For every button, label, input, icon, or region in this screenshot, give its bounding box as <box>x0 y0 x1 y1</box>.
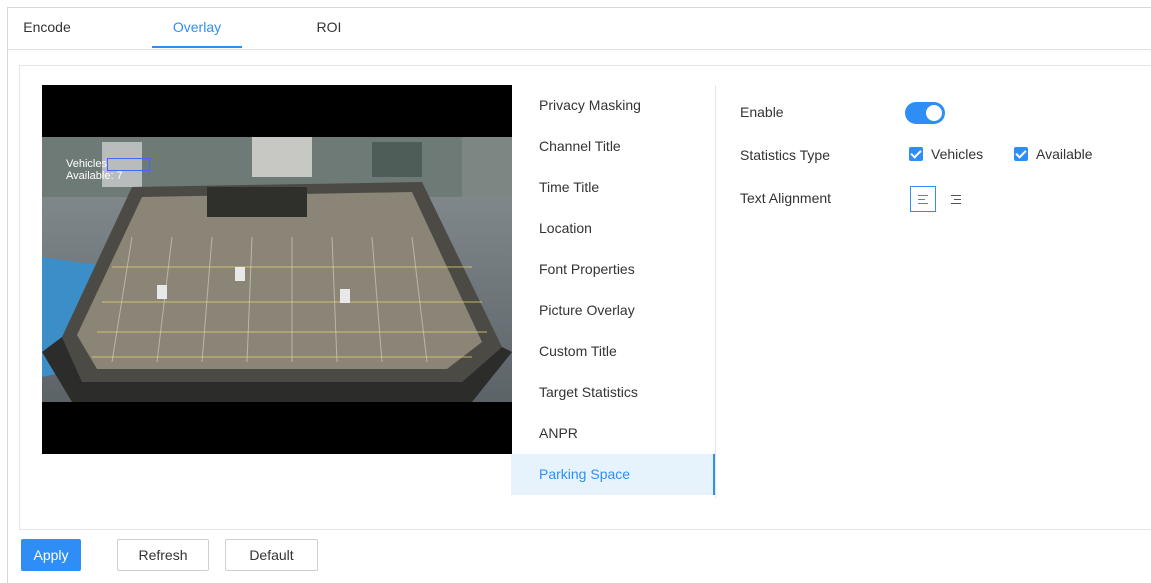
text-alignment-label: Text Alignment <box>740 190 832 206</box>
text-alignment-row: Text Alignment <box>738 183 1148 213</box>
vehicles-checkbox[interactable]: Vehicles <box>909 146 983 162</box>
menu-item-picture-overlay[interactable]: Picture Overlay <box>511 290 715 331</box>
align-right-button[interactable] <box>942 186 968 212</box>
align-left-button[interactable] <box>910 186 936 212</box>
tab-bar: Encode Overlay ROI <box>8 8 1151 51</box>
statistics-type-row: Statistics Type Vehicles Available <box>738 140 1148 170</box>
menu-item-custom-title[interactable]: Custom Title <box>511 331 715 372</box>
checkbox-checked-icon <box>909 147 923 161</box>
menu-item-time-title[interactable]: Time Title <box>511 167 715 208</box>
toggle-knob <box>926 105 942 121</box>
active-tab-indicator <box>152 46 242 48</box>
vehicles-label: Vehicles <box>931 146 984 162</box>
menu-item-privacy-masking[interactable]: Privacy Masking <box>511 85 715 126</box>
statistics-type-label: Statistics Type <box>740 147 831 163</box>
enable-row: Enable <box>738 97 1148 127</box>
checkbox-checked-icon <box>1014 147 1028 161</box>
content-frame: Encode Overlay ROI Vehicles Available: 7… <box>7 7 1151 583</box>
tab-roi[interactable]: ROI <box>314 19 344 49</box>
video-preview: Vehicles Available: 7 <box>42 85 512 454</box>
apply-button[interactable]: Apply <box>21 539 81 571</box>
osd-available-text: Available: 7 <box>66 170 123 182</box>
overlay-menu: Privacy Masking Channel Title Time Title… <box>511 85 716 498</box>
available-checkbox[interactable]: Available <box>1014 146 1093 162</box>
menu-item-parking-space[interactable]: Parking Space <box>511 454 715 495</box>
menu-item-font-properties[interactable]: Font Properties <box>511 249 715 290</box>
menu-item-target-statistics[interactable]: Target Statistics <box>511 372 715 413</box>
tab-encode[interactable]: Encode <box>21 19 73 49</box>
osd-vehicles-label: Vehicles <box>66 158 107 170</box>
menu-item-channel-title[interactable]: Channel Title <box>511 126 715 167</box>
refresh-button[interactable]: Refresh <box>117 539 209 571</box>
osd-overlay: Vehicles Available: 7 <box>66 158 150 182</box>
overlay-panel: Vehicles Available: 7 Privacy Masking Ch… <box>19 65 1151 530</box>
enable-label: Enable <box>740 104 784 120</box>
available-label: Available <box>1036 146 1093 162</box>
tab-divider <box>8 49 1151 50</box>
enable-toggle[interactable] <box>905 102 945 124</box>
menu-item-anpr[interactable]: ANPR <box>511 413 715 454</box>
menu-item-location[interactable]: Location <box>511 208 715 249</box>
default-button[interactable]: Default <box>225 539 318 571</box>
tab-overlay[interactable]: Overlay <box>152 19 242 49</box>
